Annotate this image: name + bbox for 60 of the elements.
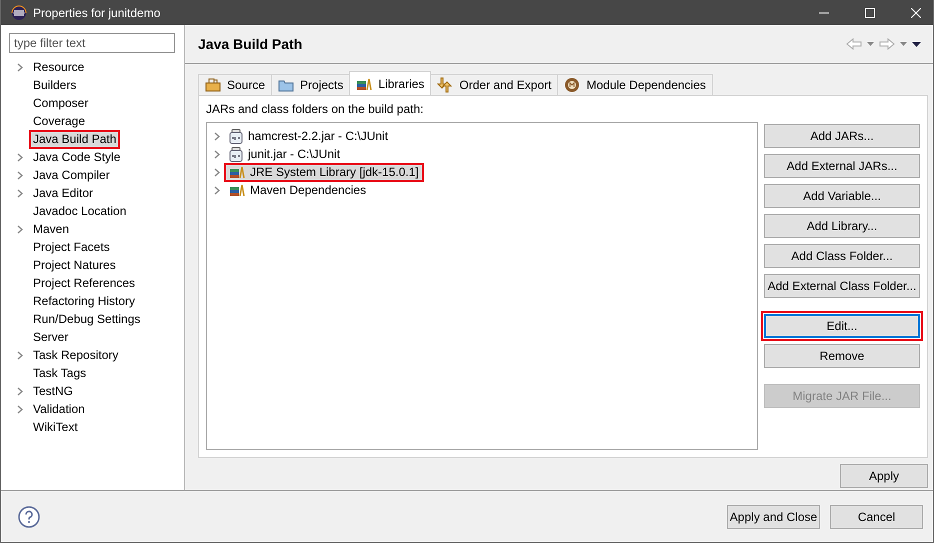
library-entry[interactable]: Maven Dependencies bbox=[224, 180, 372, 200]
action-button[interactable]: Add JARs... bbox=[764, 124, 920, 148]
dialog-button[interactable]: Apply and Close bbox=[727, 504, 820, 528]
action-button[interactable]: Add Class Folder... bbox=[764, 244, 920, 268]
library-entry[interactable]: junit.jar - C:\JUnit bbox=[224, 144, 346, 164]
sidebar-item[interactable]: Java Editor bbox=[29, 184, 98, 202]
jar-icon bbox=[229, 146, 243, 162]
books-icon bbox=[229, 165, 245, 179]
books-icon bbox=[229, 183, 245, 197]
tab[interactable]: Module Dependencies bbox=[557, 74, 713, 95]
sidebar-item[interactable]: TestNG bbox=[29, 382, 78, 400]
maximize-icon[interactable] bbox=[865, 8, 875, 18]
jar-icon bbox=[229, 128, 243, 144]
sidebar-item[interactable]: Run/Debug Settings bbox=[29, 310, 144, 328]
sidebar-item[interactable]: Server bbox=[29, 328, 72, 346]
action-button[interactable]: Add Variable... bbox=[764, 184, 920, 208]
sidebar-item[interactable]: Coverage bbox=[29, 112, 90, 130]
library-entry[interactable]: hamcrest-2.2.jar - C:\JUnit bbox=[224, 126, 394, 146]
dropdown-icon[interactable] bbox=[900, 42, 907, 46]
sidebar-item[interactable]: WikiText bbox=[29, 418, 82, 436]
sidebar-item[interactable]: Task Repository bbox=[29, 346, 122, 364]
list-caption: JARs and class folders on the build path: bbox=[206, 102, 424, 116]
action-button[interactable]: Add External Class Folder... bbox=[764, 274, 920, 298]
sidebar-item[interactable]: Composer bbox=[29, 94, 92, 112]
forward-arrow-icon[interactable] bbox=[879, 38, 895, 50]
filter-field[interactable]: type filter text bbox=[9, 33, 175, 53]
sidebar-item[interactable]: Builders bbox=[29, 76, 80, 94]
sidebar-item[interactable]: Validation bbox=[29, 400, 89, 418]
close-icon[interactable] bbox=[911, 8, 921, 18]
library-entry[interactable]: JRE System Library [jdk-15.0.1] bbox=[224, 162, 424, 182]
eclipse-logo-icon bbox=[11, 4, 27, 20]
back-arrow-icon[interactable] bbox=[846, 38, 862, 50]
sidebar-item[interactable]: Resource bbox=[29, 58, 88, 76]
sidebar-item[interactable]: Javadoc Location bbox=[29, 202, 130, 220]
sidebar-item[interactable]: Java Code Style bbox=[29, 148, 124, 166]
tab[interactable]: Source bbox=[198, 74, 272, 95]
dropdown-icon[interactable] bbox=[867, 42, 874, 46]
tab[interactable]: Libraries bbox=[349, 71, 432, 95]
sidebar-item[interactable]: Maven bbox=[29, 220, 74, 238]
module-icon bbox=[564, 77, 580, 93]
sidebar-item[interactable]: Project Natures bbox=[29, 256, 120, 274]
action-button[interactable]: Remove bbox=[764, 344, 920, 368]
sidebar-item[interactable]: Java Compiler bbox=[29, 166, 114, 184]
action-button[interactable]: Add Library... bbox=[764, 214, 920, 238]
sidebar-item[interactable]: Task Tags bbox=[29, 364, 90, 382]
help-icon[interactable] bbox=[18, 506, 40, 528]
up-down-arrows-icon bbox=[437, 77, 454, 93]
sidebar-item[interactable]: Refactoring History bbox=[29, 292, 140, 310]
view-menu-icon[interactable] bbox=[912, 42, 921, 46]
package-icon bbox=[205, 77, 221, 93]
page-title: Java Build Path bbox=[198, 36, 302, 52]
apply-button[interactable]: Apply bbox=[840, 464, 928, 488]
window-title: Properties for junitdemo bbox=[33, 6, 160, 20]
sidebar-item[interactable]: Java Build Path bbox=[29, 130, 120, 148]
dialog-button[interactable]: Cancel bbox=[830, 504, 923, 528]
sidebar-item[interactable]: Project References bbox=[29, 274, 140, 292]
action-button[interactable]: Edit... bbox=[761, 311, 923, 341]
tab[interactable]: Order and Export bbox=[430, 74, 558, 95]
sidebar-item[interactable]: Project Facets bbox=[29, 238, 114, 256]
action-button[interactable]: Add External JARs... bbox=[764, 154, 920, 178]
